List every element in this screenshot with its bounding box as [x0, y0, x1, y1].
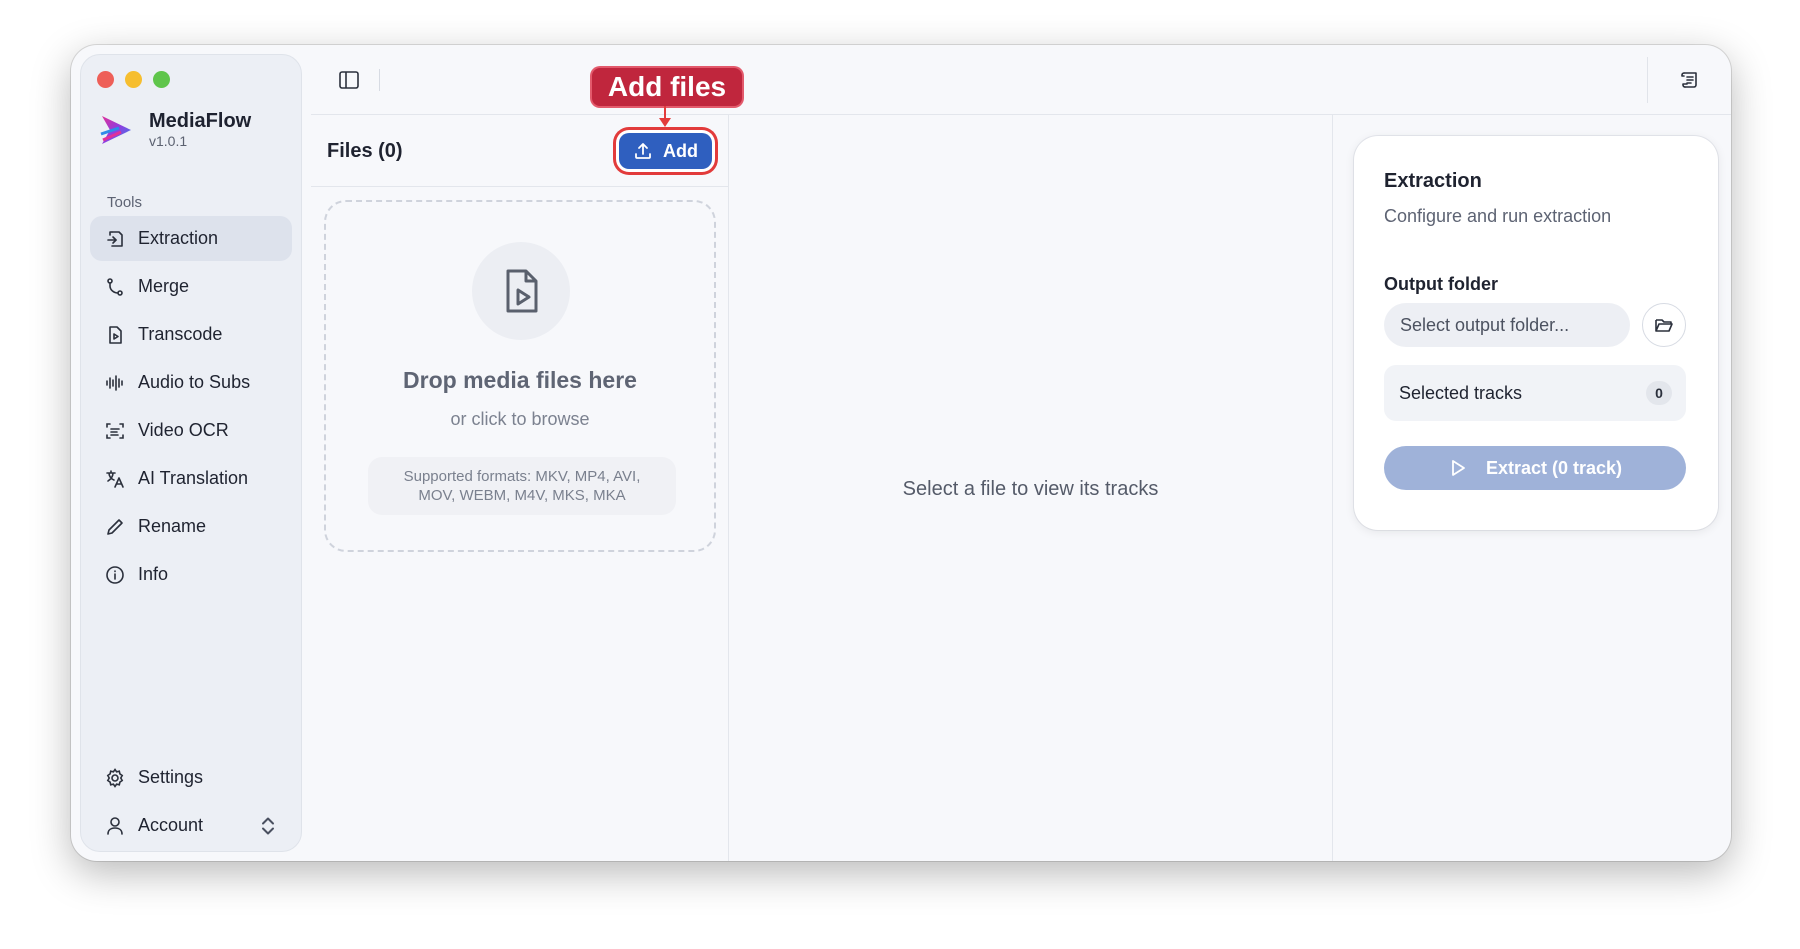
chevron-up-down-icon[interactable]: [258, 816, 278, 836]
pencil-icon: [107, 518, 123, 535]
sidebar-item-rename[interactable]: Rename: [90, 504, 292, 549]
extract-button-label: Extract (0 track): [1485, 457, 1623, 478]
sidebar-item-label: AI Translation: [138, 468, 249, 488]
toolbar-divider: [379, 69, 380, 91]
add-button-label: Add: [663, 140, 698, 161]
info-icon: [106, 565, 124, 584]
window-controls: [97, 71, 170, 88]
folder-open-icon: [1655, 319, 1673, 332]
scan-text-icon: [106, 422, 124, 439]
panel-title: Extraction: [1384, 170, 1482, 192]
sidebar-item-ai-translation[interactable]: AI Translation: [90, 456, 292, 501]
sidebar-item-label: Settings: [138, 767, 204, 787]
extraction-panel: Extraction Configure and run extraction …: [1354, 136, 1718, 530]
browse-folder-button[interactable]: [1642, 303, 1686, 347]
translate-icon: [106, 469, 124, 488]
sidebar-item-merge[interactable]: Merge: [90, 264, 292, 309]
panel-subtitle: Configure and run extraction: [1384, 206, 1612, 226]
app-window: MediaFlow v1.0.1 Tools Extraction Merge …: [71, 45, 1731, 861]
output-folder-label: Output folder: [1384, 274, 1498, 294]
sidebar-item-label: Video OCR: [138, 420, 229, 440]
drop-title: Drop media files here: [403, 367, 637, 393]
sidebar-item-label: Transcode: [138, 324, 223, 344]
upload-icon: [635, 143, 651, 159]
tracks-panel: Select a file to view its tracks: [729, 115, 1333, 861]
sidebar-item-label: Extraction: [138, 228, 219, 248]
tracks-empty-state: Select a file to view its tracks: [902, 478, 1159, 500]
sidebar-bottom-nav: Settings Account: [90, 755, 292, 851]
minimize-window-button[interactable]: [125, 71, 142, 88]
user-icon: [107, 816, 123, 835]
video-file-icon: [506, 269, 538, 313]
sidebar-item-extraction[interactable]: Extraction: [90, 216, 292, 261]
tools-nav: Extraction Merge Transcode Audio to Subs…: [90, 216, 292, 600]
formats-line: MOV, WEBM, M4V, MKS, MKA: [418, 487, 626, 504]
files-title: Files (0): [327, 140, 403, 162]
app-version: v1.0.1: [149, 133, 188, 149]
tools-section-label: Tools: [107, 194, 143, 211]
merge-icon: [107, 277, 123, 296]
formats-line: Supported formats: MKV, MP4, AVI,: [403, 468, 641, 485]
play-icon: [1452, 460, 1465, 476]
audio-wave-icon: [106, 374, 123, 391]
sidebar-item-account[interactable]: Account: [90, 803, 292, 848]
app-logo-icon: [100, 116, 131, 144]
sidebar-item-video-ocr[interactable]: Video OCR: [90, 408, 292, 453]
zoom-window-button[interactable]: [153, 71, 170, 88]
add-files-callout: Add files: [592, 68, 742, 106]
files-panel: Files (0) Add Drop media files here or c…: [311, 115, 729, 861]
close-window-button[interactable]: [97, 71, 114, 88]
add-files-button[interactable]: Add: [619, 133, 712, 169]
sidebar-item-label: Merge: [138, 276, 190, 296]
sidebar-item-transcode[interactable]: Transcode: [90, 312, 292, 357]
callout-arrow-head: [659, 118, 671, 127]
app-name: MediaFlow: [149, 110, 252, 132]
gear-icon: [106, 767, 124, 788]
brand-text: MediaFlow v1.0.1: [149, 110, 251, 150]
sidebar-item-info[interactable]: Info: [90, 552, 292, 597]
sidebar-item-label: Info: [138, 564, 169, 584]
extract-button[interactable]: Extract (0 track): [1384, 446, 1686, 490]
sidebar-item-audio-to-subs[interactable]: Audio to Subs: [90, 360, 292, 405]
file-dropzone[interactable]: Drop media files here or click to browse…: [324, 200, 716, 552]
app-brand: MediaFlow v1.0.1: [99, 110, 251, 150]
selected-tracks-count: 0: [1646, 381, 1672, 405]
drop-subtitle: or click to browse: [450, 409, 590, 429]
transcode-icon: [109, 325, 122, 344]
sidebar: MediaFlow v1.0.1 Tools Extraction Merge …: [80, 54, 302, 852]
sidebar-item-label: Audio to Subs: [138, 372, 251, 392]
selected-tracks-label: Selected tracks: [1399, 382, 1523, 403]
sidebar-item-settings[interactable]: Settings: [90, 755, 292, 800]
sidebar-item-label: Account: [138, 815, 204, 835]
toolbar-divider-right: [1647, 57, 1648, 103]
output-folder-input[interactable]: [1384, 303, 1630, 347]
drop-icon-circle: [472, 242, 570, 340]
log-scroll-icon[interactable]: [1679, 69, 1701, 91]
sidebar-item-label: Rename: [138, 516, 207, 536]
sidebar-toggle-icon[interactable]: [338, 69, 360, 91]
selected-tracks-row: Selected tracks 0: [1384, 365, 1686, 421]
top-toolbar: [311, 45, 1731, 115]
extraction-icon: [107, 230, 123, 247]
supported-formats: Supported formats: MKV, MP4, AVI, MOV, W…: [368, 457, 676, 515]
